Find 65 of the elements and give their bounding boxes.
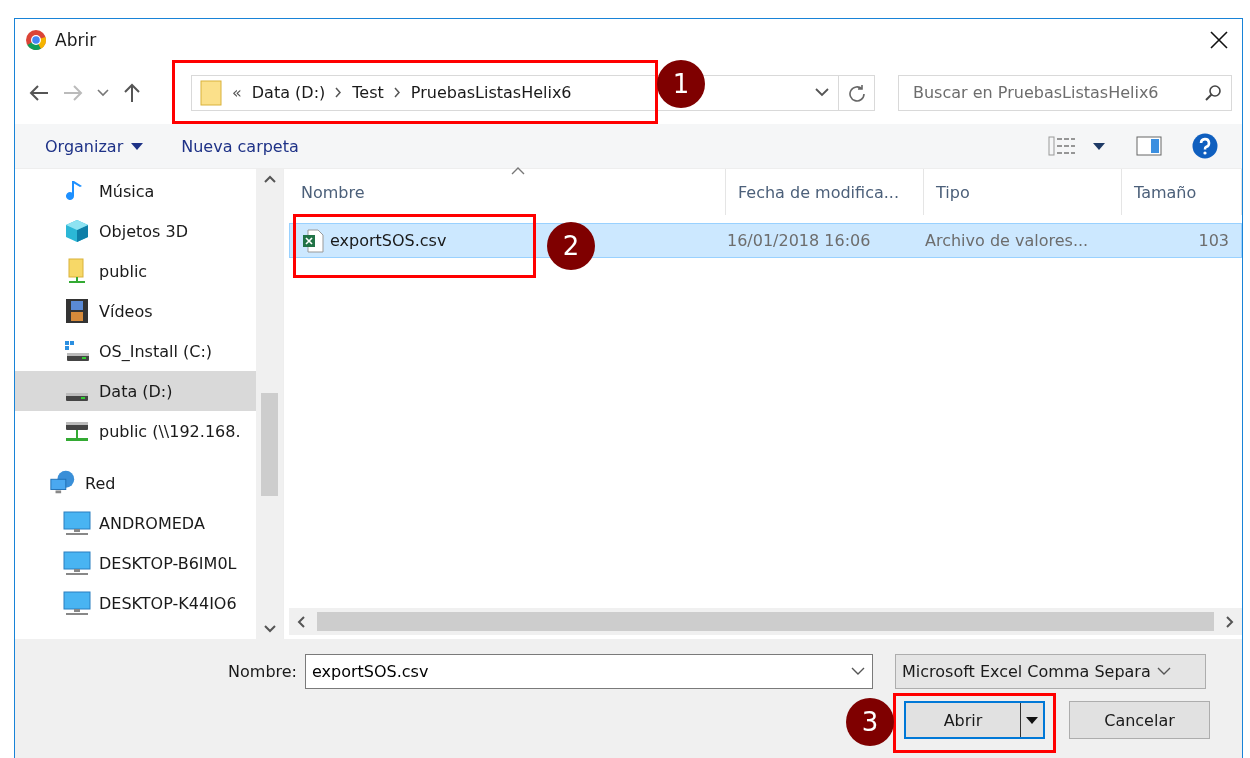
organize-menu[interactable]: Organizar xyxy=(41,132,148,160)
type-cell-text: Archivo de valores... xyxy=(924,231,1090,250)
scroll-down-icon[interactable] xyxy=(263,625,276,633)
sidebar-item[interactable]: public (\\192.168. xyxy=(15,411,256,451)
drive-icon xyxy=(66,393,88,401)
computer-icon xyxy=(63,550,91,576)
overflow-chevron[interactable]: « xyxy=(232,83,242,102)
sidebar-item[interactable]: public xyxy=(15,251,256,291)
cube-icon xyxy=(64,218,90,244)
column-header[interactable]: Nombre xyxy=(289,169,726,215)
sidebar-item[interactable]: Vídeos xyxy=(15,291,256,331)
system-drive-icon xyxy=(64,339,90,363)
sidebar-item[interactable]: DESKTOP-K44IO6 xyxy=(15,583,256,623)
up-arrow-icon[interactable] xyxy=(123,82,141,103)
chevron-down-icon[interactable] xyxy=(97,88,109,97)
breadcrumb[interactable]: Test xyxy=(352,83,384,102)
computer-icon xyxy=(63,510,91,536)
view-list-icon[interactable] xyxy=(1048,135,1106,157)
sidebar-item[interactable]: ANDROMEDA xyxy=(15,503,256,543)
folder-icon xyxy=(200,79,222,106)
scroll-left-icon[interactable] xyxy=(297,615,305,628)
file-name-label: Nombre: xyxy=(227,662,298,681)
spreadsheet-file-icon xyxy=(302,228,324,253)
dropdown-triangle-icon xyxy=(1026,716,1038,724)
scroll-up-icon[interactable] xyxy=(263,175,276,183)
column-header[interactable]: Fecha de modifica... xyxy=(726,169,924,215)
search-icon xyxy=(1204,83,1222,102)
sidebar-item[interactable]: Data (D:) xyxy=(15,371,256,411)
size-cell-text: 103 xyxy=(1197,231,1230,250)
open-button[interactable]: Abrir xyxy=(904,701,1045,739)
breadcrumb[interactable]: PruebasListasHelix6 xyxy=(410,83,572,102)
file-name: exportSOS.csv xyxy=(330,231,447,250)
sidebar-item[interactable]: Red xyxy=(15,463,256,503)
window-title: Abrir xyxy=(55,30,98,50)
chrome-logo-icon xyxy=(25,29,47,51)
refresh-icon xyxy=(847,83,866,102)
sidebar-item[interactable]: OS_Install (C:) xyxy=(15,331,256,371)
close-icon xyxy=(1209,30,1229,50)
vertical-scrollbar[interactable] xyxy=(256,169,283,639)
column-header[interactable]: Tamaño xyxy=(1122,169,1242,215)
dropdown-triangle-icon xyxy=(131,142,144,150)
sort-ascending-icon xyxy=(511,167,525,175)
file-type-dropdown[interactable]: Microsoft Excel Comma Separa xyxy=(895,654,1206,689)
back-arrow-icon[interactable] xyxy=(29,83,49,102)
chevron-down-icon[interactable] xyxy=(851,667,865,676)
scroll-right-icon[interactable] xyxy=(1226,615,1234,628)
sidebar-item[interactable]: DESKTOP-B6IM0L xyxy=(15,543,256,583)
date-cell-text: 16/01/2018 16:06 xyxy=(726,231,872,250)
sidebar-item[interactable]: Música xyxy=(15,171,256,211)
search-field[interactable]: Buscar en PruebasListasHelix6 xyxy=(898,74,1232,111)
column-header[interactable]: Tipo xyxy=(924,169,1122,215)
help-icon[interactable] xyxy=(1192,133,1218,159)
file-name-field[interactable]: exportSOS.csv xyxy=(305,654,873,689)
chevron-down-icon xyxy=(815,88,829,97)
shared-folder-icon xyxy=(66,258,88,284)
computer-icon xyxy=(63,590,91,616)
preview-pane-icon[interactable] xyxy=(1136,136,1162,156)
chevron-down-icon xyxy=(1156,667,1171,676)
chevron-right-icon xyxy=(393,87,401,98)
cancel-button[interactable]: Cancelar xyxy=(1069,701,1210,739)
film-strip-icon xyxy=(65,298,89,324)
chevron-right-icon xyxy=(335,87,343,98)
sidebar-item[interactable]: Objetos 3D xyxy=(15,211,256,251)
new-folder-button[interactable]: Nueva carpeta xyxy=(177,132,303,160)
breadcrumb[interactable]: Data (D:) xyxy=(251,83,326,102)
